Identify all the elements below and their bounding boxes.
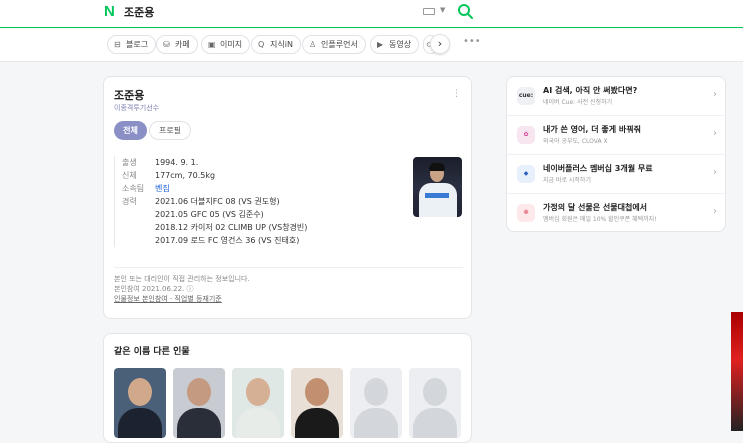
profile-photo[interactable] bbox=[413, 157, 462, 217]
person-thumb-placeholder[interactable] bbox=[409, 368, 461, 438]
search-icon[interactable] bbox=[456, 2, 474, 20]
promo-title: 네이버플러스 멤버십 3개월 무료 bbox=[543, 164, 653, 173]
promo-item[interactable]: ❁ 가정의 달 선물은 선물대첩에서 멤버십 회원은 매일 10% 할인쿠폰 혜… bbox=[507, 194, 727, 233]
search-query[interactable]: 조준용 bbox=[124, 4, 154, 20]
promo-sub: 멤버십 회원은 매일 10% 할인쿠폰 혜택까지! bbox=[543, 216, 657, 223]
tab-influencer[interactable]: ♙ 인플루언서 bbox=[302, 35, 366, 54]
promo-panel: cue: AI 검색, 아직 안 써봤다면? 네이버 Cue: 사전 신청하기 … bbox=[506, 76, 727, 233]
chevron-right-icon: › bbox=[713, 167, 717, 178]
blog-icon: ⊟ bbox=[114, 40, 121, 49]
chevron-right-icon: › bbox=[713, 206, 717, 217]
more-options-icon[interactable]: ••• bbox=[463, 36, 481, 47]
person-name[interactable]: 조준용 bbox=[114, 87, 144, 103]
clova-icon: ✿ bbox=[517, 126, 535, 144]
promo-item[interactable]: cue: AI 검색, 아직 안 써봤다면? 네이버 Cue: 사전 신청하기 … bbox=[507, 77, 727, 116]
promo-sub: 네이버 Cue: 사전 신청하기 bbox=[543, 99, 613, 106]
side-ad-banner[interactable] bbox=[731, 312, 743, 431]
body-value: 177cm, 70.5kg bbox=[155, 171, 216, 180]
promo-title: 가정의 달 선물은 선물대첩에서 bbox=[543, 203, 648, 212]
promo-item[interactable]: ✿ 내가 쓴 영어, 더 좋게 바꿔줘 외국어 공부도, CLOVA X › bbox=[507, 116, 727, 155]
career-item: 2021.06 더블지FC 08 (VS 권도형) bbox=[155, 197, 280, 206]
chevron-down-icon[interactable]: ▼ bbox=[440, 6, 445, 14]
promo-sub: 외국어 공부도, CLOVA X bbox=[543, 138, 608, 145]
career-item: 2021.05 GFC 05 (VS 김준수) bbox=[155, 210, 264, 219]
keyboard-icon[interactable] bbox=[423, 8, 435, 15]
profile-card: 조준용 이종격투기선수 ⋮ 전체 프로필 출생 1994. 9. 1. 신체 177… bbox=[103, 76, 472, 319]
image-icon: ▣ bbox=[208, 40, 216, 49]
plus-icon: ◆ bbox=[517, 165, 535, 183]
tab-blog[interactable]: ⊟ 블로그 bbox=[107, 35, 157, 54]
cue-icon: cue: bbox=[517, 87, 535, 105]
tab-video[interactable]: ▶ 동영상 bbox=[370, 35, 420, 54]
person-thumb[interactable] bbox=[291, 368, 343, 438]
verified-date[interactable]: 본인참여 2021.06.22. ⓘ bbox=[114, 284, 250, 294]
divider bbox=[114, 267, 463, 268]
managed-note: 본인 또는 대리인이 직접 관리하는 정보입니다. bbox=[114, 275, 250, 283]
tab-image[interactable]: ▣ 이미지 bbox=[201, 35, 251, 54]
birth-value: 1994. 9. 1. bbox=[155, 158, 199, 167]
body-label: 신체 bbox=[122, 171, 137, 180]
knowledge-icon: Q bbox=[258, 40, 265, 49]
promo-title: AI 검색, 아직 안 써봤다면? bbox=[543, 86, 638, 95]
same-name-title: 같은 이름 다른 인물 bbox=[114, 347, 190, 357]
promo-sub: 지금 바로 시작하기 bbox=[543, 177, 591, 184]
influencer-icon: ♙ bbox=[309, 40, 317, 49]
gift-icon: ❁ bbox=[517, 204, 535, 222]
career-list: 2021.06 더블지FC 08 (VS 권도형) 2021.05 GFC 05… bbox=[155, 195, 307, 247]
career-label: 경력 bbox=[122, 197, 137, 206]
chevron-right-icon: › bbox=[713, 128, 717, 139]
tab-knowledge[interactable]: Q 지식iN bbox=[251, 35, 301, 54]
cafe-icon: ⛁ bbox=[163, 40, 170, 49]
profile-footer: 본인 또는 대리인이 직접 관리하는 정보입니다. 본인참여 2021.06.2… bbox=[114, 274, 250, 304]
person-thumb[interactable] bbox=[114, 368, 166, 438]
tab-cafe[interactable]: ⛁ 카페 bbox=[156, 35, 198, 54]
birth-label: 출생 bbox=[122, 158, 137, 167]
team-link[interactable]: 벤짐 bbox=[155, 182, 170, 195]
video-icon: ▶ bbox=[377, 40, 384, 49]
chevron-right-icon: › bbox=[713, 89, 717, 100]
career-item: 2018.12 카이저 02 CLIMB UP (VS창경빈) bbox=[155, 223, 308, 232]
profile-info: 출생 1994. 9. 1. 신체 177cm, 70.5kg 소속팀 벤짐 경력 2… bbox=[114, 156, 307, 247]
tab-all[interactable]: 전체 bbox=[114, 121, 147, 140]
career-item: 2017.09 로드 FC 영건스 36 (VS 진태호) bbox=[155, 236, 300, 245]
promo-title: 내가 쓴 영어, 더 좋게 바꿔줘 bbox=[543, 125, 641, 134]
person-thumb[interactable] bbox=[173, 368, 225, 438]
tabs-next-button[interactable]: › bbox=[430, 34, 450, 54]
chevron-right-icon: › bbox=[437, 37, 443, 50]
search-tabs: ⊟블로그 ⛁카페 ▣이미지 Q지식iN ♙인플루언서 ▶동영상 ⊂ › ••• bbox=[0, 29, 743, 62]
profile-links[interactable]: 인물정보 본인참여 · 직업별 등재기준 bbox=[114, 294, 250, 304]
person-thumb-placeholder[interactable] bbox=[350, 368, 402, 438]
top-header: N 조준용 ▼ bbox=[0, 0, 743, 28]
same-name-card: 같은 이름 다른 인물 bbox=[103, 333, 472, 443]
person-job: 이종격투기선수 bbox=[114, 104, 160, 112]
tab-profile[interactable]: 프로필 bbox=[149, 121, 191, 140]
person-thumb[interactable] bbox=[232, 368, 284, 438]
team-label: 소속팀 bbox=[122, 184, 145, 193]
promo-item[interactable]: ◆ 네이버플러스 멤버십 3개월 무료 지금 바로 시작하기 › bbox=[507, 155, 727, 194]
card-menu-icon[interactable]: ⋮ bbox=[452, 89, 461, 99]
naver-logo[interactable]: N bbox=[104, 3, 115, 20]
